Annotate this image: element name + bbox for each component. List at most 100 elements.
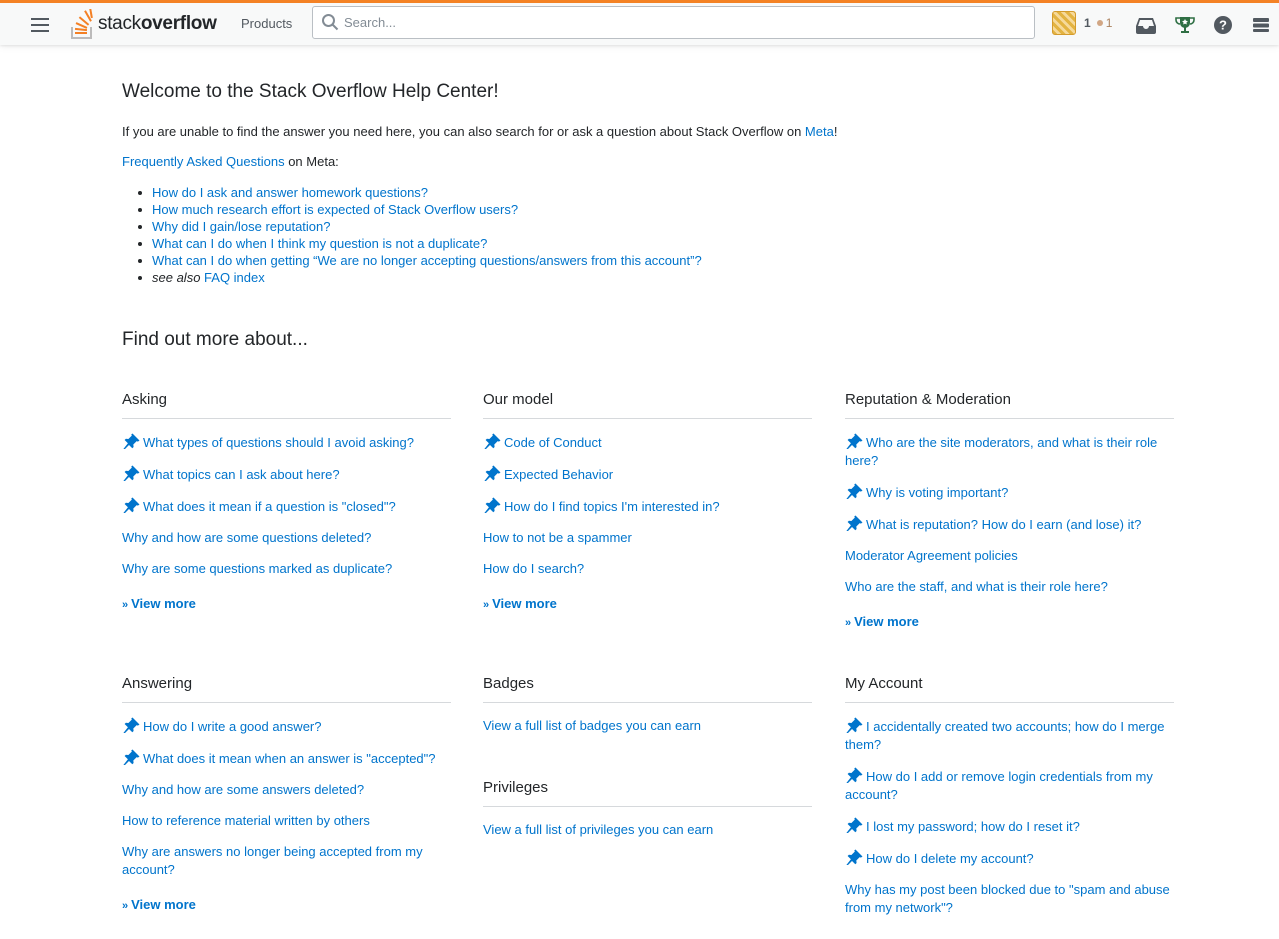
- pin-icon: [122, 433, 140, 450]
- help-article-link[interactable]: Why has my post been blocked due to "spa…: [845, 882, 1170, 915]
- view-more-link[interactable]: » View more: [845, 614, 1174, 629]
- double-chevron-icon: »: [845, 617, 852, 629]
- section-our-model: Our model Code of Conduct Expected Behavio…: [483, 391, 812, 611]
- pin-icon: [122, 717, 140, 734]
- help-article-link[interactable]: How do I find topics I'm interested in?: [504, 499, 720, 514]
- help-article-link[interactable]: How do I search?: [483, 561, 584, 576]
- faq-item-link[interactable]: Why did I gain/lose reputation?: [152, 219, 331, 234]
- section-link-list: How do I write a good answer? What does i…: [122, 717, 451, 879]
- list-item: Why are some questions marked as duplica…: [122, 560, 451, 578]
- view-more-link[interactable]: » View more: [122, 897, 451, 912]
- help-article-link[interactable]: I accidentally created two accounts; how…: [845, 719, 1164, 752]
- help-article-link[interactable]: Expected Behavior: [504, 467, 613, 482]
- search-bar[interactable]: [312, 6, 1035, 39]
- intro-text: If you are unable to find the answer you…: [122, 124, 838, 139]
- faq-item-link[interactable]: How much research effort is expected of …: [152, 202, 518, 217]
- site-switcher-icon[interactable]: [1250, 14, 1272, 36]
- search-icon: [321, 13, 339, 34]
- double-chevron-icon: »: [122, 599, 129, 611]
- products-menu[interactable]: Products: [232, 12, 301, 35]
- section-title: Privileges: [483, 779, 812, 807]
- pin-icon: [845, 767, 863, 784]
- inbox-icon[interactable]: [1135, 14, 1157, 36]
- list-item: Why and how are some questions deleted?: [122, 529, 451, 547]
- section-title: Our model: [483, 391, 812, 419]
- search-input[interactable]: [344, 7, 1024, 38]
- view-more-label: View more: [131, 897, 196, 912]
- svg-text:?: ?: [1219, 18, 1227, 33]
- section-link-list: Code of Conduct Expected Behavior How do I…: [483, 433, 812, 578]
- list-item: What is reputation? How do I earn (and l…: [845, 515, 1174, 534]
- help-article-link[interactable]: Who are the site moderators, and what is…: [845, 435, 1157, 468]
- pin-icon: [845, 849, 863, 866]
- help-article-link[interactable]: What types of questions should I avoid a…: [143, 435, 414, 450]
- list-item: Why and how are some answers deleted?: [122, 781, 451, 799]
- pin-icon: [122, 749, 140, 766]
- list-item: Moderator Agreement policies: [845, 547, 1174, 565]
- help-article-link[interactable]: How do I write a good answer?: [143, 719, 321, 734]
- help-article-link[interactable]: Code of Conduct: [504, 435, 602, 450]
- pin-icon: [122, 465, 140, 482]
- double-chevron-icon: »: [483, 599, 490, 611]
- list-item: How do I ask and answer homework questio…: [136, 184, 702, 201]
- double-chevron-icon: »: [122, 900, 129, 912]
- stack-overflow-logo-icon: [71, 9, 93, 39]
- bronze-badge-count: 1: [1105, 16, 1113, 30]
- list-item: How do I delete my account?: [845, 849, 1174, 868]
- help-article-link[interactable]: View a full list of badges you can earn: [483, 718, 701, 733]
- help-article-link[interactable]: What does it mean when an answer is "acc…: [143, 751, 436, 766]
- list-item: Why are answers no longer being accepted…: [122, 843, 451, 879]
- list-item: How much research effort is expected of …: [136, 201, 702, 218]
- faq-item-link[interactable]: What can I do when I think my question i…: [152, 236, 487, 251]
- list-item: How do I search?: [483, 560, 812, 578]
- list-item: How to not be a spammer: [483, 529, 812, 547]
- help-article-link[interactable]: I lost my password; how do I reset it?: [866, 819, 1080, 834]
- pin-icon: [845, 515, 863, 532]
- section-link-list: View a full list of badges you can earn: [483, 717, 812, 735]
- faq-link[interactable]: Frequently Asked Questions: [122, 154, 285, 169]
- view-more-label: View more: [131, 596, 196, 611]
- section-asking: Asking What types of questions should I a…: [122, 391, 451, 611]
- help-article-link[interactable]: How do I delete my account?: [866, 851, 1034, 866]
- help-article-link[interactable]: What is reputation? How do I earn (and l…: [866, 517, 1141, 532]
- view-more-link[interactable]: » View more: [122, 596, 451, 611]
- list-item: How do I find topics I'm interested in?: [483, 497, 812, 516]
- help-article-link[interactable]: Why is voting important?: [866, 485, 1008, 500]
- section-link-list: I accidentally created two accounts; how…: [845, 717, 1174, 917]
- user-card[interactable]: 1 1: [1052, 7, 1112, 39]
- help-article-link[interactable]: Why are answers no longer being accepted…: [122, 844, 423, 877]
- help-article-link[interactable]: Why and how are some questions deleted?: [122, 530, 371, 545]
- stack-overflow-logo[interactable]: stackoverflow: [70, 6, 217, 42]
- faq-index-link[interactable]: FAQ index: [204, 270, 265, 285]
- section-link-list: What types of questions should I avoid a…: [122, 433, 451, 578]
- faq-item-link[interactable]: What can I do when getting “We are no lo…: [152, 253, 702, 268]
- avatar[interactable]: [1052, 11, 1076, 35]
- pin-icon: [845, 817, 863, 834]
- find-more-heading: Find out more about...: [122, 329, 308, 350]
- top-bar: stackoverflow Products 1 1 ?: [0, 0, 1279, 45]
- help-article-link[interactable]: How do I add or remove login credentials…: [845, 769, 1153, 802]
- list-item: What types of questions should I avoid a…: [122, 433, 451, 452]
- list-item: What can I do when getting “We are no lo…: [136, 252, 702, 269]
- list-item: What can I do when I think my question i…: [136, 235, 702, 252]
- list-item: see also FAQ index: [136, 269, 702, 286]
- help-article-link[interactable]: How to not be a spammer: [483, 530, 632, 545]
- help-article-link[interactable]: What topics can I ask about here?: [143, 467, 340, 482]
- help-icon[interactable]: ?: [1212, 14, 1234, 36]
- help-article-link[interactable]: View a full list of privileges you can e…: [483, 822, 713, 837]
- help-article-link[interactable]: What does it mean if a question is "clos…: [143, 499, 396, 514]
- view-more-link[interactable]: » View more: [483, 596, 812, 611]
- help-article-link[interactable]: Why and how are some answers deleted?: [122, 782, 364, 797]
- achievements-icon[interactable]: [1174, 14, 1196, 36]
- list-item: What does it mean if a question is "clos…: [122, 497, 451, 516]
- help-article-link[interactable]: How to reference material written by oth…: [122, 813, 370, 828]
- meta-link[interactable]: Meta: [805, 124, 834, 139]
- section-my-account: My Account I accidentally created two acc…: [845, 675, 1174, 930]
- help-article-link[interactable]: Who are the staff, and what is their rol…: [845, 579, 1108, 594]
- help-article-link[interactable]: Why are some questions marked as duplica…: [122, 561, 392, 576]
- help-article-link[interactable]: Moderator Agreement policies: [845, 548, 1018, 563]
- section-reputation-moderation: Reputation & Moderation Who are the site …: [845, 391, 1174, 629]
- list-item: Why is voting important?: [845, 483, 1174, 502]
- faq-item-link[interactable]: How do I ask and answer homework questio…: [152, 185, 428, 200]
- menu-icon[interactable]: [28, 14, 52, 36]
